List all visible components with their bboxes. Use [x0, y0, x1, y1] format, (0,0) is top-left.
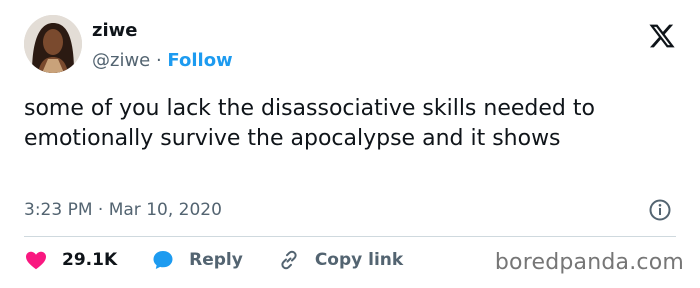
watermark: boredpanda.com	[494, 250, 684, 275]
heart-icon	[26, 251, 46, 270]
avatar-image	[24, 15, 82, 73]
info-icon[interactable]	[648, 198, 672, 222]
copy-link-button[interactable]: Copy link	[277, 248, 403, 272]
author-display-name[interactable]: ziwe	[92, 20, 137, 42]
follow-button[interactable]: Follow	[167, 50, 232, 71]
x-logo-icon[interactable]	[648, 22, 676, 50]
author-handle-line: @ziwe · Follow	[92, 50, 233, 72]
like-button[interactable]: 29.1K	[24, 248, 117, 272]
divider	[24, 236, 676, 237]
handle-separator: ·	[150, 50, 168, 71]
reply-button[interactable]: Reply	[151, 248, 243, 272]
author-avatar[interactable]	[24, 15, 82, 73]
link-icon	[281, 250, 297, 270]
copy-link-label: Copy link	[314, 250, 404, 270]
tweet-text: some of you lack the disassociative skil…	[24, 96, 595, 151]
like-count: 29.1K	[62, 250, 118, 270]
reply-label: Reply	[189, 250, 243, 270]
tweet-actions: 29.1K Reply Copy link	[24, 246, 437, 274]
tweet-timestamp[interactable]: 3:23 PM · Mar 10, 2020	[24, 199, 222, 221]
chat-bubble-icon	[153, 251, 173, 269]
author-handle[interactable]: @ziwe	[92, 50, 150, 71]
